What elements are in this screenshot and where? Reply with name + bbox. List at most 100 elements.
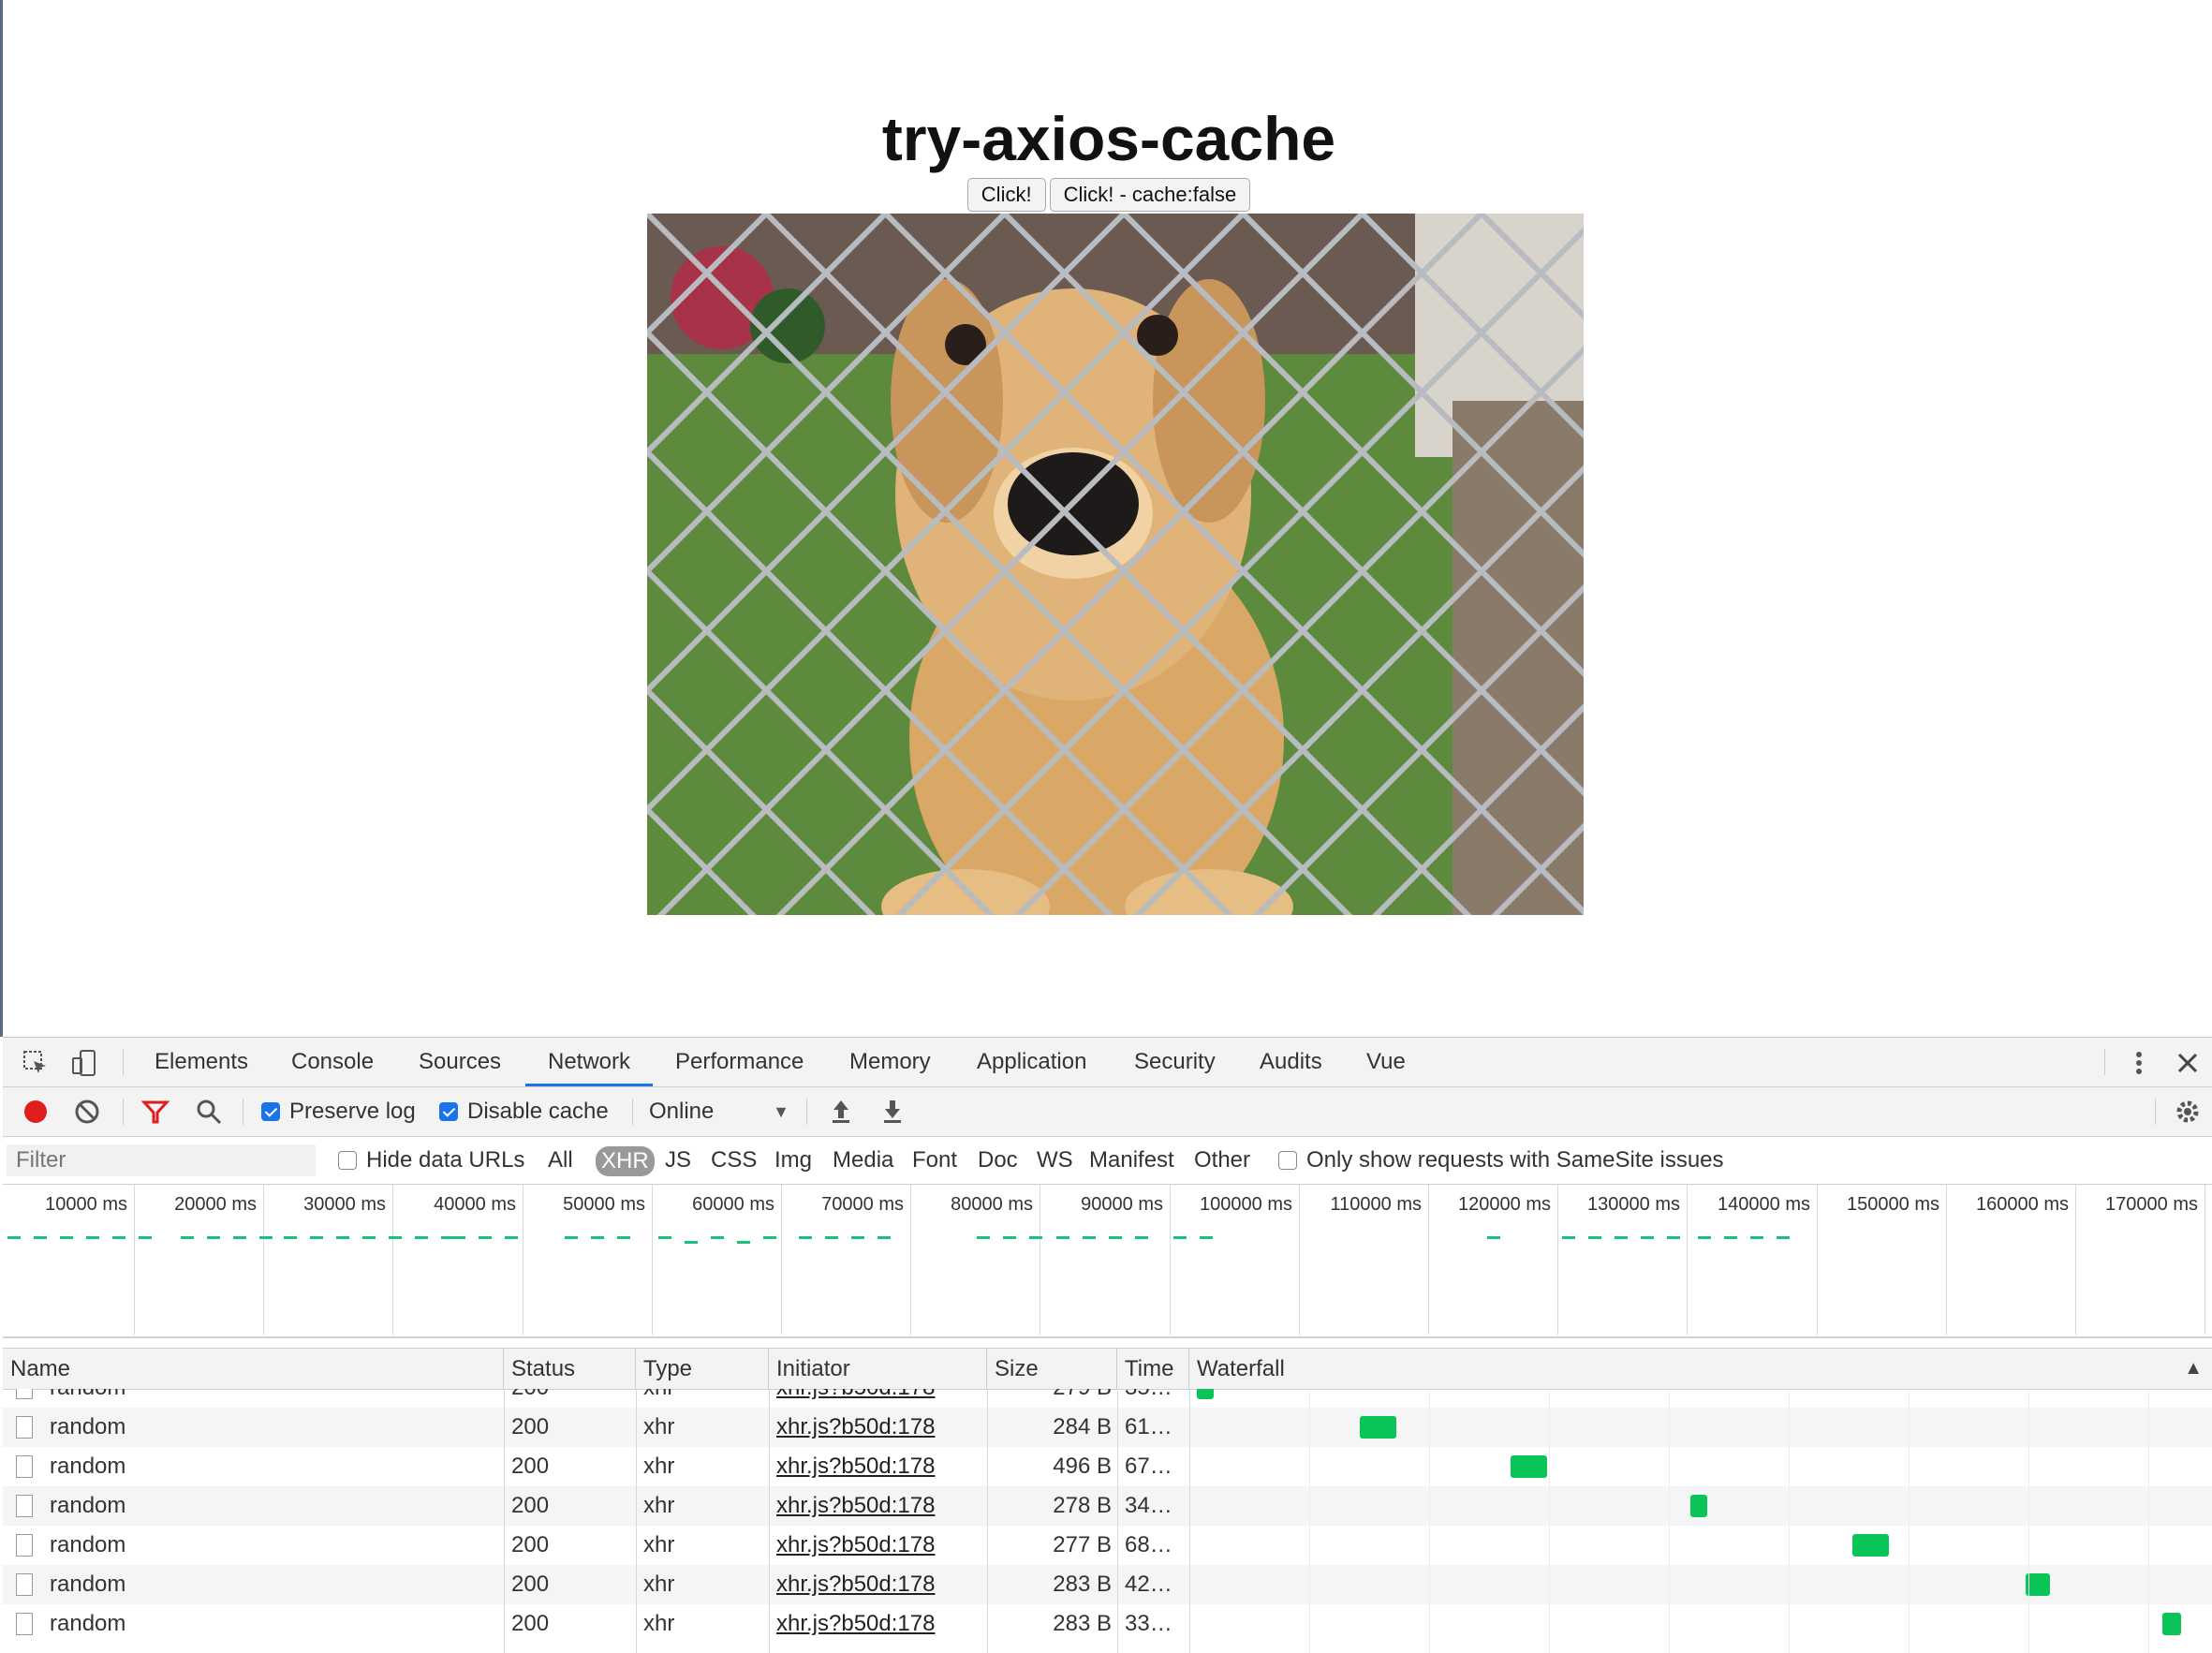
tab-vue[interactable]: Vue [1366, 1038, 1406, 1086]
document-icon [16, 1534, 33, 1557]
hide-data-urls-checkbox[interactable]: Hide data URLs [338, 1137, 524, 1184]
overview-request-mark [825, 1236, 838, 1239]
overview-tick-label: 160000 ms [1976, 1194, 2069, 1215]
filter-icon[interactable] [141, 1098, 170, 1126]
cell-initiator[interactable]: xhr.js?b50d:178 [776, 1447, 982, 1486]
cell-initiator[interactable]: xhr.js?b50d:178 [776, 1389, 982, 1408]
table-row[interactable]: random 200 xhr xhr.js?b50d:178 279 B 35… [3, 1389, 2212, 1408]
overview-request-mark [1750, 1236, 1763, 1239]
click-button[interactable]: Click! [966, 178, 1046, 212]
overview-request-mark [1641, 1236, 1654, 1239]
cell-type: xhr [643, 1532, 675, 1557]
device-toolbar-icon[interactable] [70, 1049, 98, 1077]
cell-initiator[interactable]: xhr.js?b50d:178 [776, 1604, 982, 1644]
cell-name: random [50, 1414, 126, 1439]
table-row[interactable]: random 200 xhr xhr.js?b50d:178 283 B 33… [3, 1604, 2212, 1644]
waterfall-bar[interactable] [1197, 1389, 1215, 1399]
close-icon[interactable] [2174, 1049, 2202, 1077]
disable-cache-checkbox[interactable]: Disable cache [439, 1087, 609, 1136]
cell-initiator[interactable]: xhr.js?b50d:178 [776, 1565, 982, 1604]
column-header-type[interactable]: Type [636, 1349, 769, 1389]
clear-icon[interactable] [73, 1098, 101, 1126]
overview-gridline [910, 1185, 911, 1335]
import-har-icon[interactable] [827, 1098, 855, 1126]
samesite-issues-checkbox[interactable]: Only show requests with SameSite issues [1278, 1137, 1724, 1184]
network-overview-timeline[interactable]: 10000 ms 20000 ms 30000 ms 40000 ms 50000 ms… [3, 1185, 2212, 1338]
inspect-element-icon[interactable] [22, 1049, 50, 1077]
settings-gear-icon[interactable] [2174, 1098, 2202, 1126]
cell-name: random [50, 1572, 126, 1597]
type-filter-js[interactable]: JS [665, 1137, 691, 1184]
column-header-time[interactable]: Time [1117, 1349, 1189, 1389]
overview-request-mark [284, 1236, 297, 1239]
overview-request-mark [1487, 1236, 1500, 1239]
type-filter-media[interactable]: Media [833, 1137, 893, 1184]
overview-request-mark [1003, 1236, 1016, 1239]
preserve-log-checkbox[interactable]: Preserve log [261, 1087, 416, 1136]
tab-security[interactable]: Security [1134, 1038, 1216, 1086]
divider [2155, 1099, 2156, 1125]
column-divider [1117, 1389, 1118, 1653]
table-row[interactable]: random 200 xhr xhr.js?b50d:178 277 B 68… [3, 1526, 2212, 1565]
throttling-select[interactable]: Online ▼ [649, 1087, 789, 1136]
divider [2104, 1049, 2105, 1075]
overview-gridline [781, 1185, 782, 1335]
type-filter-manifest[interactable]: Manifest [1089, 1137, 1174, 1184]
overview-request-mark [1173, 1236, 1187, 1239]
tab-audits[interactable]: Audits [1260, 1038, 1322, 1086]
type-filter-css[interactable]: CSS [711, 1137, 757, 1184]
type-filter-ws[interactable]: WS [1037, 1137, 1073, 1184]
page-title: try-axios-cache [881, 104, 1336, 173]
sort-ascending-icon[interactable]: ▲ [2184, 1349, 2203, 1389]
type-filter-img[interactable]: Img [774, 1137, 812, 1184]
document-icon [16, 1455, 33, 1478]
cell-initiator[interactable]: xhr.js?b50d:178 [776, 1408, 982, 1447]
column-header-initiator[interactable]: Initiator [769, 1349, 987, 1389]
filter-input[interactable] [7, 1144, 316, 1176]
table-row[interactable]: random 200 xhr xhr.js?b50d:178 278 B 34… [3, 1486, 2212, 1526]
type-filter-doc[interactable]: Doc [978, 1137, 1018, 1184]
table-row[interactable]: random 200 xhr xhr.js?b50d:178 284 B 61… [3, 1408, 2212, 1447]
tab-elements[interactable]: Elements [155, 1038, 248, 1086]
tab-sources[interactable]: Sources [419, 1038, 501, 1086]
table-row[interactable]: random 200 xhr xhr.js?b50d:178 283 B 42… [3, 1565, 2212, 1604]
throttling-value: Online [649, 1099, 715, 1124]
waterfall-bar[interactable] [1360, 1416, 1397, 1439]
type-filter-other[interactable]: Other [1194, 1137, 1250, 1184]
checkbox-unchecked-icon [338, 1151, 357, 1170]
column-header-name[interactable]: Name [3, 1349, 504, 1389]
record-icon[interactable] [22, 1098, 50, 1126]
tab-performance[interactable]: Performance [675, 1038, 804, 1086]
overview-request-mark [877, 1236, 891, 1239]
tab-network[interactable]: Network [525, 1038, 654, 1086]
column-header-size[interactable]: Size [987, 1349, 1117, 1389]
cell-time: 35… [1125, 1389, 1187, 1408]
tab-console[interactable]: Console [291, 1038, 374, 1086]
cell-initiator[interactable]: xhr.js?b50d:178 [776, 1486, 982, 1526]
cell-type: xhr [643, 1493, 675, 1518]
cell-initiator[interactable]: xhr.js?b50d:178 [776, 1526, 982, 1565]
waterfall-bar[interactable] [1510, 1455, 1547, 1478]
table-row[interactable]: random 200 xhr xhr.js?b50d:178 496 B 67… [3, 1447, 2212, 1486]
type-filter-all[interactable]: All [548, 1137, 573, 1184]
overview-request-mark [1698, 1236, 1711, 1239]
waterfall-bar[interactable] [1689, 1495, 1707, 1517]
column-header-waterfall[interactable]: Waterfall [1189, 1349, 2212, 1389]
cell-status: 200 [511, 1454, 550, 1479]
click-no-cache-button[interactable]: Click! - cache:false [1049, 178, 1251, 212]
search-icon[interactable] [195, 1098, 223, 1126]
column-header-status[interactable]: Status [504, 1349, 636, 1389]
overview-request-mark [452, 1236, 465, 1239]
tab-application[interactable]: Application [977, 1038, 1086, 1086]
tab-memory[interactable]: Memory [849, 1038, 931, 1086]
overview-tick-label: 120000 ms [1458, 1194, 1551, 1215]
more-options-icon[interactable] [2125, 1049, 2153, 1077]
type-filter-xhr[interactable]: XHR [596, 1146, 655, 1176]
waterfall-bar[interactable] [2162, 1613, 2181, 1635]
overview-request-mark [565, 1236, 578, 1239]
cell-time: 68… [1125, 1532, 1172, 1557]
document-icon [16, 1573, 33, 1596]
export-har-icon[interactable] [878, 1098, 907, 1126]
type-filter-font[interactable]: Font [912, 1137, 957, 1184]
waterfall-bar[interactable] [1852, 1534, 1890, 1557]
